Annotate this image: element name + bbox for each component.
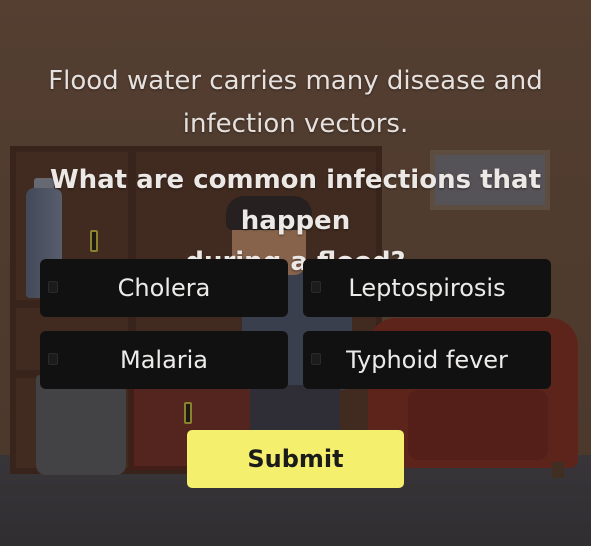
question-line: What are common infections that happen	[49, 165, 542, 236]
prompt-line: infection vectors.	[182, 109, 409, 139]
checkbox-icon	[311, 281, 321, 293]
quiz-prompt: Flood water carries many disease and inf…	[40, 60, 551, 146]
answer-label: Malaria	[119, 346, 209, 374]
answer-option-typhoid-fever[interactable]: Typhoid fever	[303, 331, 551, 389]
checkbox-icon	[48, 353, 58, 365]
submit-button[interactable]: Submit	[187, 430, 404, 488]
answer-option-leptospirosis[interactable]: Leptospirosis	[303, 259, 551, 317]
answer-label: Cholera	[117, 274, 211, 302]
checkbox-icon	[48, 281, 58, 293]
answer-option-malaria[interactable]: Malaria	[40, 331, 288, 389]
answer-label: Leptospirosis	[348, 274, 506, 302]
answer-label: Typhoid fever	[346, 346, 508, 374]
prompt-line: Flood water carries many disease and	[48, 66, 543, 96]
game-scene: Flood water carries many disease and inf…	[0, 0, 591, 546]
checkbox-icon	[311, 353, 321, 365]
answer-option-cholera[interactable]: Cholera	[40, 259, 288, 317]
